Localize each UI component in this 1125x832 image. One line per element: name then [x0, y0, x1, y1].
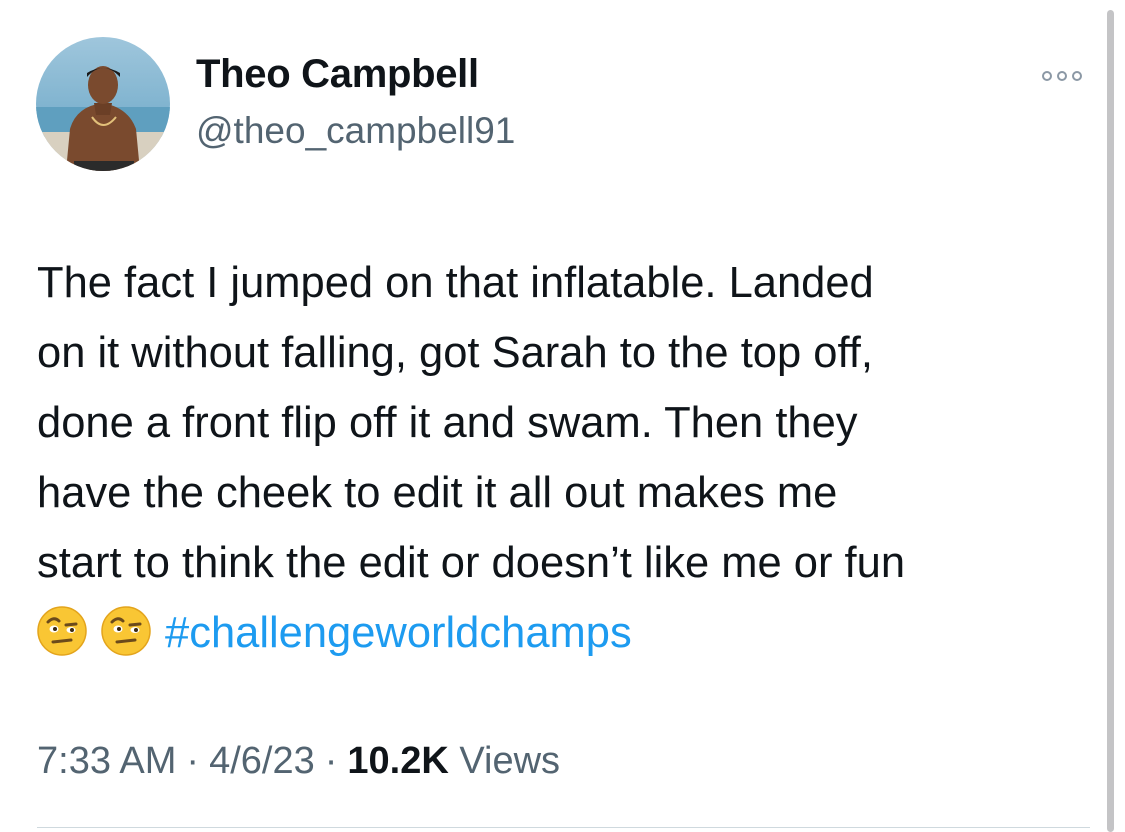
- tweet-date[interactable]: 4/6/23: [209, 740, 315, 782]
- divider: [37, 827, 1090, 828]
- face-with-raised-eyebrow-icon: [101, 606, 151, 656]
- hashtag-link[interactable]: #challengeworldchamps: [165, 609, 632, 657]
- tweet-meta: 7:33 AM · 4/6/23 · 10.2K Views: [37, 740, 560, 783]
- tweet-text-line: start to think the edit or doesn’t like …: [37, 539, 906, 587]
- author-handle[interactable]: @theo_campbell91: [196, 110, 515, 152]
- avatar[interactable]: [36, 37, 170, 171]
- meta-separator: ·: [324, 740, 338, 782]
- tweet-text-line: on it without falling, got Sarah to the …: [37, 329, 873, 377]
- tweet-text: The fact I jumped on that inflatable. La…: [37, 248, 1097, 668]
- views-count: 10.2K: [347, 740, 449, 782]
- face-with-raised-eyebrow-icon: [37, 606, 87, 656]
- views-label: Views: [459, 740, 561, 782]
- tweet-time[interactable]: 7:33 AM: [37, 740, 176, 782]
- meta-separator: ·: [186, 740, 200, 782]
- more-horizontal-icon[interactable]: [1038, 64, 1086, 88]
- author-display-name[interactable]: Theo Campbell: [196, 52, 479, 97]
- avatar-photo: [36, 37, 170, 171]
- tweet-text-line: The fact I jumped on that inflatable. La…: [37, 259, 874, 307]
- tweet-text-line: have the cheek to edit it all out makes …: [37, 469, 838, 517]
- scrollbar[interactable]: [1107, 10, 1114, 832]
- tweet-emoji-line: #challengeworldchamps: [37, 598, 1097, 668]
- tweet-text-line: done a front flip off it and swam. Then …: [37, 399, 858, 447]
